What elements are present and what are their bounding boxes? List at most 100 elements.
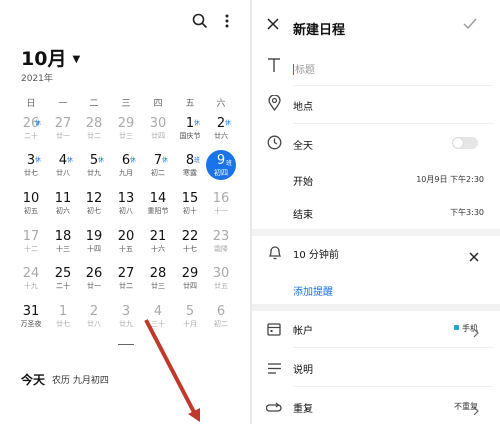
lunar-date: 国庆节 bbox=[179, 132, 201, 140]
lunar-date: 廿八 bbox=[87, 320, 101, 328]
lunar-date: 十二 bbox=[24, 245, 38, 253]
holiday-badge: 班 bbox=[226, 160, 233, 167]
lunar-date: 初六 bbox=[56, 207, 70, 215]
calendar-day-today[interactable]: 9 班初四 bbox=[206, 150, 236, 180]
calendar-day[interactable]: 6 休九月 bbox=[112, 153, 140, 189]
remove-reminder-icon[interactable] bbox=[469, 247, 479, 266]
account-label: 帐户 bbox=[293, 326, 313, 337]
end-time-value[interactable]: 下午3:30 bbox=[450, 207, 484, 218]
search-icon[interactable] bbox=[192, 13, 208, 33]
lunar-date: 廿一 bbox=[56, 132, 70, 140]
lunar-date: 二十 bbox=[56, 282, 70, 290]
day-number: 5休 bbox=[89, 153, 105, 168]
confirm-check-icon[interactable] bbox=[462, 16, 478, 35]
holiday-badge: 休 bbox=[67, 157, 74, 164]
holiday-badge: 休 bbox=[35, 120, 42, 127]
calendar-day[interactable]: 27 廿一 bbox=[49, 116, 77, 152]
title-input[interactable]: 标题 bbox=[293, 61, 315, 76]
calendar-day[interactable]: 27 廿二 bbox=[112, 266, 140, 302]
day-number: 26 bbox=[85, 266, 103, 281]
calendar-day[interactable]: 10 初五 bbox=[17, 191, 45, 227]
lunar-date: 寒露 bbox=[183, 169, 197, 177]
lunar-date: 十七 bbox=[183, 245, 197, 253]
day-number: 30 bbox=[212, 266, 230, 281]
calendar-day[interactable]: 28 廿三 bbox=[144, 266, 172, 302]
lunar-date: 十三 bbox=[56, 245, 70, 253]
more-options-icon[interactable] bbox=[224, 13, 230, 33]
day-number: 4 bbox=[153, 304, 163, 319]
calendar-day[interactable]: 19 十四 bbox=[80, 229, 108, 265]
month-selector[interactable]: 10月 ▼ bbox=[21, 44, 80, 71]
calendar-day[interactable]: 11 初六 bbox=[49, 191, 77, 227]
day-number: 8班 bbox=[185, 153, 201, 168]
calendar-day[interactable]: 29 廿三 bbox=[112, 116, 140, 152]
holiday-badge: 休 bbox=[194, 120, 201, 127]
today-lunar-date: 农历 九月初四 bbox=[52, 376, 109, 386]
calendar-day[interactable]: 17 十二 bbox=[17, 229, 45, 265]
lunar-date: 廿二 bbox=[119, 282, 133, 290]
description-input[interactable]: 说明 bbox=[293, 361, 313, 376]
lunar-date: 九月 bbox=[119, 169, 133, 177]
start-label: 开始 bbox=[293, 177, 313, 188]
calendar-day[interactable]: 6 初二 bbox=[207, 304, 235, 340]
day-number: 14 bbox=[149, 191, 167, 206]
title-placeholder: 标题 bbox=[295, 65, 315, 76]
clock-icon bbox=[267, 135, 282, 154]
calendar-day[interactable]: 20 十五 bbox=[112, 229, 140, 265]
calendar-day[interactable]: 15 初十 bbox=[176, 191, 204, 227]
calendar-day[interactable]: 1 休国庆节 bbox=[176, 116, 204, 152]
close-icon[interactable] bbox=[266, 16, 280, 35]
calendar-day[interactable]: 2 廿八 bbox=[80, 304, 108, 340]
calendar-day[interactable]: 13 初八 bbox=[112, 191, 140, 227]
start-time-value[interactable]: 10月9日 下午2:30 bbox=[416, 174, 484, 185]
calendar-day[interactable]: 29 廿四 bbox=[176, 266, 204, 302]
location-input[interactable]: 地点 bbox=[293, 98, 313, 113]
calendar-day[interactable]: 24 十九 bbox=[17, 266, 45, 302]
red-arrow-annotation bbox=[144, 319, 200, 422]
calendar-day[interactable]: 26 廿一 bbox=[80, 266, 108, 302]
calendar-day[interactable]: 22 十七 bbox=[176, 229, 204, 265]
calendar-day[interactable]: 23 霜降 bbox=[207, 229, 235, 265]
weekday-header: 日 bbox=[26, 99, 36, 109]
day-number: 6休 bbox=[121, 153, 137, 168]
calendar-day[interactable]: 12 初七 bbox=[80, 191, 108, 227]
calendar-day[interactable]: 31 万圣夜 bbox=[17, 304, 45, 340]
calendar-day[interactable]: 2 休廿六 bbox=[207, 116, 235, 152]
day-number: 9班 bbox=[206, 153, 236, 168]
day-number: 2 bbox=[89, 304, 99, 319]
reminder-label: 10 分钟前 bbox=[293, 250, 339, 261]
day-number: 27 bbox=[117, 266, 135, 281]
calendar-day[interactable]: 8 班寒露 bbox=[176, 153, 204, 189]
calendar-day[interactable]: 14 重阳节 bbox=[144, 191, 172, 227]
drag-handle[interactable] bbox=[118, 344, 134, 345]
lunar-date: 廿三 bbox=[151, 282, 165, 290]
day-number: 4休 bbox=[58, 153, 74, 168]
calendar-day[interactable]: 30 廿五 bbox=[207, 266, 235, 302]
allday-toggle[interactable] bbox=[452, 137, 478, 149]
calendar-day[interactable]: 26 休二十 bbox=[17, 116, 45, 152]
calendar-day[interactable]: 7 休初二 bbox=[144, 153, 172, 189]
calendar-day[interactable]: 16 十一 bbox=[207, 191, 235, 227]
add-reminder-button[interactable]: 添加提醒 bbox=[293, 283, 333, 298]
day-number: 26 休 bbox=[22, 116, 42, 131]
page-title: 新建日程 bbox=[293, 23, 346, 38]
calendar-day[interactable]: 3 廿九 bbox=[112, 304, 140, 340]
description-lines-icon bbox=[267, 360, 282, 379]
repeat-icon bbox=[265, 399, 282, 418]
calendar-day[interactable]: 3 休廿七 bbox=[17, 153, 45, 189]
calendar-day[interactable]: 25 二十 bbox=[49, 266, 77, 302]
lunar-date: 初十 bbox=[183, 207, 197, 215]
day-number: 29 bbox=[117, 116, 135, 131]
calendar-day[interactable]: 5 休廿九 bbox=[80, 153, 108, 189]
calendar-day[interactable]: 21 十六 bbox=[144, 229, 172, 265]
calendar-day[interactable]: 4 休廿八 bbox=[49, 153, 77, 189]
divider bbox=[293, 347, 493, 348]
day-number: 2休 bbox=[216, 116, 232, 131]
lunar-date: 廿一 bbox=[87, 282, 101, 290]
calendar-day[interactable]: 18 十三 bbox=[49, 229, 77, 265]
calendar-day[interactable]: 28 廿二 bbox=[80, 116, 108, 152]
section-divider bbox=[252, 304, 500, 311]
calendar-day[interactable]: 30 廿四 bbox=[144, 116, 172, 152]
calendar-day[interactable]: 1 廿七 bbox=[49, 304, 77, 340]
day-number: 30 bbox=[149, 116, 167, 131]
